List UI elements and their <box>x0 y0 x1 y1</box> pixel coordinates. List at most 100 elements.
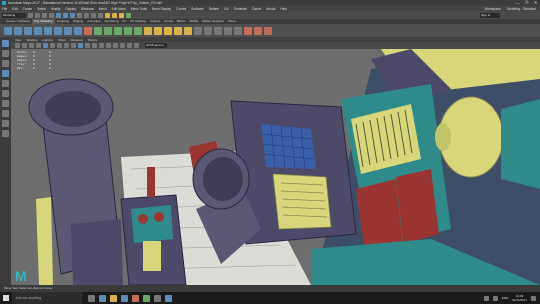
select-object-icon[interactable] <box>63 12 68 18</box>
photos-icon[interactable] <box>154 294 161 302</box>
poly-torus-icon[interactable] <box>44 26 52 35</box>
uv-editor-icon[interactable] <box>244 26 252 35</box>
menu-file[interactable]: File <box>2 7 7 11</box>
grid-toggle-icon[interactable] <box>43 43 48 48</box>
render-icon[interactable] <box>105 12 110 18</box>
menu-mesh-tools[interactable]: Mesh Tools <box>131 7 147 11</box>
append-polygon-icon[interactable] <box>184 26 192 35</box>
poly-sphere-icon[interactable] <box>4 26 12 35</box>
four-view-icon[interactable] <box>2 110 9 117</box>
sign-in-button[interactable]: Sign In <box>480 12 500 18</box>
lights-icon[interactable] <box>99 43 104 48</box>
poly-cube-icon[interactable] <box>14 26 22 35</box>
svg-icon[interactable] <box>84 26 92 35</box>
menu-surfaces[interactable]: Surfaces <box>191 7 204 11</box>
shadows-icon[interactable] <box>106 43 111 48</box>
quad-draw-icon[interactable] <box>224 26 232 35</box>
menu-create[interactable]: Create <box>23 7 33 11</box>
language-indicator[interactable]: ENG <box>502 296 509 300</box>
folder-icon[interactable] <box>28 12 33 18</box>
menu-edit[interactable]: Edit <box>12 7 18 11</box>
word-icon[interactable] <box>165 294 172 302</box>
combine-icon[interactable] <box>94 26 102 35</box>
isolate-select-icon[interactable] <box>127 43 132 48</box>
task-view-icon[interactable] <box>88 294 95 302</box>
snap-curve-icon[interactable] <box>84 12 89 18</box>
edge-loop-icon[interactable] <box>214 26 222 35</box>
paint-select-icon[interactable] <box>2 60 9 67</box>
viewport-menu-panels[interactable]: Panels <box>88 38 97 42</box>
smooth-icon[interactable] <box>114 26 122 35</box>
menu-generate[interactable]: Generate <box>234 7 247 11</box>
resolution-gate-icon[interactable] <box>57 43 62 48</box>
select-component-icon[interactable] <box>70 12 75 18</box>
camera-attributes-icon[interactable] <box>22 43 27 48</box>
store-icon[interactable] <box>121 294 128 302</box>
image-plane-icon[interactable] <box>36 43 41 48</box>
menu-select[interactable]: Select <box>37 7 46 11</box>
multi-cut-icon[interactable] <box>194 26 202 35</box>
scale-tool-icon[interactable] <box>2 90 9 97</box>
bookmark-icon[interactable] <box>29 43 34 48</box>
viewport-menu-view[interactable]: View <box>15 38 21 42</box>
film-gate-icon[interactable] <box>50 43 55 48</box>
poly-plane-icon[interactable] <box>54 26 62 35</box>
menu-curves[interactable]: Curves <box>176 7 186 11</box>
poly-cylinder-icon[interactable] <box>24 26 32 35</box>
separate-icon[interactable] <box>104 26 112 35</box>
snap-grid-icon[interactable] <box>77 12 82 18</box>
textured-icon[interactable] <box>92 43 97 48</box>
ambient-occlusion-icon[interactable] <box>113 43 118 48</box>
gate-mask-icon[interactable] <box>64 43 69 48</box>
camera-icon[interactable] <box>15 43 20 48</box>
menu-display[interactable]: Display <box>65 7 75 11</box>
viewport-menu-show[interactable]: Show <box>58 38 66 42</box>
wireframe-icon[interactable] <box>71 43 76 48</box>
lasso-tool-icon[interactable] <box>2 50 9 57</box>
workspace-value[interactable]: Modeling - Standard <box>507 7 536 11</box>
render-settings-icon[interactable] <box>119 12 124 18</box>
auto-map-icon[interactable] <box>264 26 272 35</box>
3d-viewport[interactable]: M <box>11 49 540 285</box>
select-hierarchy-icon[interactable] <box>56 12 61 18</box>
smooth-shade-icon[interactable] <box>78 43 83 48</box>
viewport-menu-renderer[interactable]: Renderer <box>71 38 84 42</box>
redo-icon[interactable] <box>49 12 54 18</box>
move-tool-icon[interactable] <box>2 70 9 77</box>
menuset-dropdown[interactable]: Modeling <box>2 12 26 18</box>
boolean-icon[interactable] <box>124 26 132 35</box>
fill-hole-icon[interactable] <box>174 26 182 35</box>
menu-cache[interactable]: Cache <box>252 7 261 11</box>
menu-arnold[interactable]: Arnold <box>266 7 275 11</box>
xray-icon[interactable] <box>134 43 139 48</box>
rotate-tool-icon[interactable] <box>2 80 9 87</box>
menu-edit-mesh[interactable]: Edit Mesh <box>112 7 126 11</box>
side-by-side-icon[interactable] <box>2 120 9 127</box>
bridge-icon[interactable] <box>154 26 162 35</box>
extrude-icon[interactable] <box>144 26 152 35</box>
start-button[interactable] <box>0 292 12 304</box>
clock[interactable]: 12:03 02/11/2017 <box>512 294 527 302</box>
mirror-icon[interactable] <box>134 26 142 35</box>
slide-edge-icon[interactable] <box>234 26 242 35</box>
ipr-render-icon[interactable] <box>112 12 117 18</box>
workspace-selector[interactable]: Workspace: Modeling - Standard <box>485 7 537 11</box>
menu-help[interactable]: Help <box>280 7 287 11</box>
viewport-menu-lighting[interactable]: Lighting <box>42 38 53 42</box>
target-weld-icon[interactable] <box>204 26 212 35</box>
network-icon[interactable] <box>483 295 489 301</box>
poly-cone-icon[interactable] <box>34 26 42 35</box>
select-tool-icon[interactable] <box>2 40 9 47</box>
single-view-icon[interactable] <box>2 100 9 107</box>
snap-point-icon[interactable] <box>91 12 96 18</box>
menu-uv[interactable]: UV <box>224 7 228 11</box>
save-icon[interactable] <box>35 12 40 18</box>
maya-taskbar-icon[interactable] <box>143 294 150 302</box>
menu-deform[interactable]: Deform <box>209 7 219 11</box>
viewport-menu-shading[interactable]: Shading <box>26 38 37 42</box>
menu-mesh[interactable]: Mesh <box>99 7 107 11</box>
chrome-icon[interactable] <box>132 294 139 302</box>
platonic-solid-icon[interactable] <box>74 26 82 35</box>
bevel-icon[interactable] <box>164 26 172 35</box>
notifications-icon[interactable] <box>531 295 536 301</box>
